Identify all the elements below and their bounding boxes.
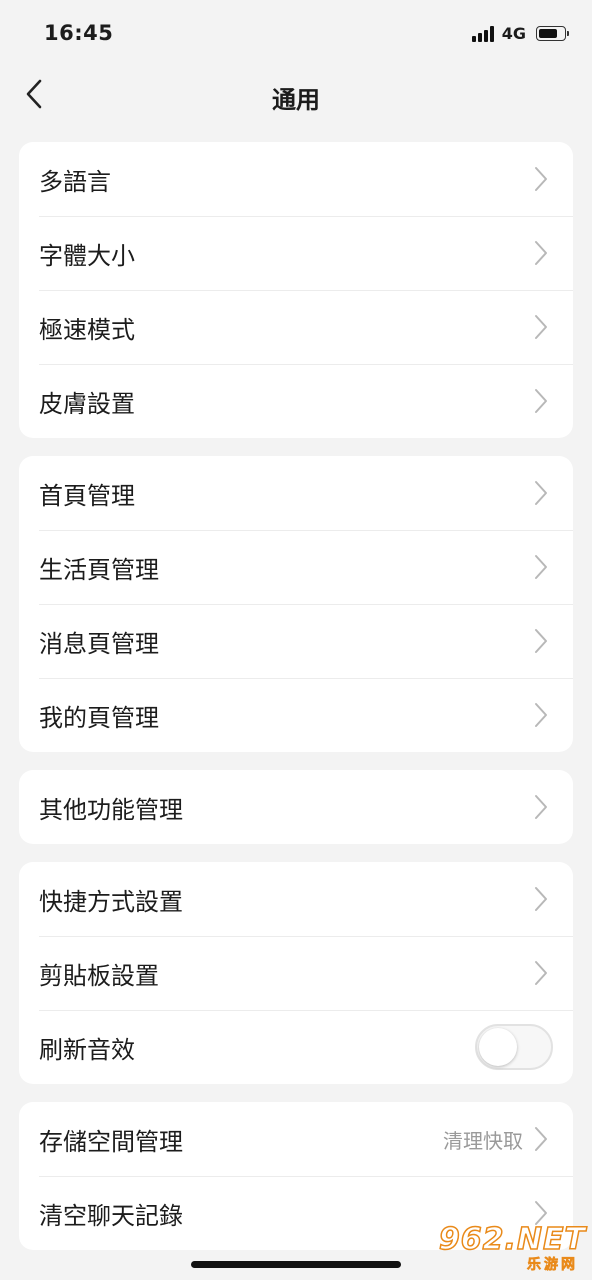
settings-row[interactable]: 其他功能管理 xyxy=(19,770,573,844)
chevron-right-icon xyxy=(535,629,547,653)
settings-row[interactable]: 刷新音效 xyxy=(19,1010,573,1084)
settings-row-label: 剪貼板設置 xyxy=(39,961,159,990)
chevron-right-icon xyxy=(535,241,547,265)
watermark-top-text: 962.NET xyxy=(438,1221,586,1258)
watermark-logo: 962.NET 乐游网 xyxy=(438,1221,586,1274)
settings-group: 首頁管理生活頁管理消息頁管理我的頁管理 xyxy=(19,456,573,752)
settings-row-label: 刷新音效 xyxy=(39,1035,135,1064)
chevron-right-icon xyxy=(535,703,547,727)
settings-row-label: 其他功能管理 xyxy=(39,795,183,824)
settings-row[interactable]: 多語言 xyxy=(19,142,573,216)
network-label: 4G xyxy=(501,24,526,43)
settings-row[interactable]: 我的頁管理 xyxy=(19,678,573,752)
chevron-right-icon xyxy=(535,389,547,413)
chevron-right-icon xyxy=(535,795,547,819)
status-indicators: 4G xyxy=(471,24,569,43)
settings-row[interactable]: 首頁管理 xyxy=(19,456,573,530)
battery-fill xyxy=(539,29,558,38)
settings-group: 多語言字體大小極速模式皮膚設置 xyxy=(19,142,573,438)
settings-row-label: 存儲空間管理 xyxy=(39,1127,183,1156)
settings-row-label: 字體大小 xyxy=(39,241,135,270)
settings-row-label: 首頁管理 xyxy=(39,481,135,510)
settings-row-label: 皮膚設置 xyxy=(39,389,135,418)
page-title: 通用 xyxy=(272,86,320,114)
settings-row[interactable]: 字體大小 xyxy=(19,216,573,290)
settings-row-label: 我的頁管理 xyxy=(39,703,159,732)
toggle-knob xyxy=(479,1028,517,1066)
nav-bar: 通用 xyxy=(0,70,592,120)
chevron-right-icon xyxy=(535,167,547,191)
settings-row[interactable]: 快捷方式設置 xyxy=(19,862,573,936)
settings-row[interactable]: 消息頁管理 xyxy=(19,604,573,678)
settings-list: 多語言字體大小極速模式皮膚設置首頁管理生活頁管理消息頁管理我的頁管理其他功能管理… xyxy=(19,142,573,1268)
chevron-right-icon xyxy=(535,481,547,505)
status-time: 16:45 xyxy=(44,21,114,45)
settings-row[interactable]: 生活頁管理 xyxy=(19,530,573,604)
status-bar: 16:45 4G xyxy=(0,0,592,70)
settings-row-label: 消息頁管理 xyxy=(39,629,159,658)
battery-icon xyxy=(536,26,569,41)
settings-row[interactable]: 存儲空間管理 清理快取 xyxy=(19,1102,573,1176)
chevron-right-icon xyxy=(535,887,547,911)
settings-row-label: 生活頁管理 xyxy=(39,555,159,584)
chevron-right-icon xyxy=(535,315,547,339)
settings-row-value: 清理快取 xyxy=(443,1128,523,1153)
settings-group: 快捷方式設置 剪貼板設置刷新音效 xyxy=(19,862,573,1084)
settings-row[interactable]: 極速模式 xyxy=(19,290,573,364)
signal-icon xyxy=(471,25,494,42)
home-indicator xyxy=(191,1261,401,1268)
chevron-right-icon xyxy=(535,961,547,985)
settings-row-label: 多語言 xyxy=(39,167,111,196)
watermark-bottom-text: 乐游网 xyxy=(527,1257,578,1274)
settings-row[interactable]: 皮膚設置 xyxy=(19,364,573,438)
settings-group: 其他功能管理 xyxy=(19,770,573,844)
sound-toggle[interactable] xyxy=(475,1024,553,1070)
chevron-right-icon xyxy=(535,1127,547,1151)
settings-row-label: 極速模式 xyxy=(39,315,135,344)
settings-row-label: 快捷方式設置 xyxy=(39,887,183,916)
chevron-right-icon xyxy=(535,555,547,579)
settings-row[interactable]: 剪貼板設置 xyxy=(19,936,573,1010)
